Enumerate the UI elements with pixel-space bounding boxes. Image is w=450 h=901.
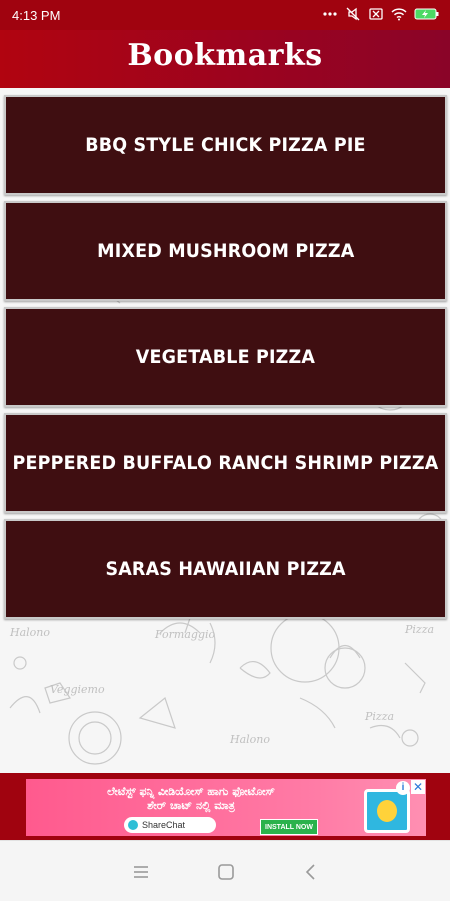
- ad-brand: ShareChat: [124, 817, 216, 833]
- ad-line-2: ಶೇರ್ ಚಾಟ್ ನಲ್ಲಿ ಮಾತ್ರ: [147, 799, 235, 812]
- app-header: Bookmarks: [0, 30, 450, 88]
- status-icons: [322, 6, 440, 22]
- page-title: Bookmarks: [127, 38, 323, 73]
- ad-line-1: ಲೇಟೆಸ್ಟ್ ಫನ್ನಿ ವೀಡಿಯೋಸ್ ಹಾಗು ಫೋಟೋಸ್: [107, 785, 275, 798]
- bookmark-item-label: MIXED MUSHROOM PIZZA: [96, 240, 355, 262]
- ad-install-button[interactable]: INSTALL NOW: [260, 819, 318, 835]
- ad-banner[interactable]: ಲೇಟೆಸ್ಟ್ ಫನ್ನಿ ವೀಡಿಯೋಸ್ ಹಾಗು ಫೋಟೋಸ್ ಶೇರ್…: [26, 779, 426, 836]
- bookmark-item[interactable]: SARAS HAWAIIAN PIZZA: [4, 519, 447, 619]
- back-icon[interactable]: [298, 859, 324, 885]
- dots-icon: [323, 12, 337, 16]
- bookmark-item-label: BBQ STYLE CHICK PIZZA PIE: [85, 134, 366, 156]
- home-icon[interactable]: [213, 859, 239, 885]
- doodle-text-formaggio: Formaggio: [154, 628, 216, 641]
- ad-close-icon[interactable]: ✕: [411, 780, 425, 794]
- doodle-text-halono-2: Halono: [229, 733, 270, 746]
- doodle-text-halono: Halono: [9, 626, 50, 639]
- bookmark-item-label: PEPPERED BUFFALO RANCH SHRIMP PIZZA: [12, 452, 439, 474]
- bookmark-item-label: VEGETABLE PIZZA: [135, 346, 316, 368]
- recent-apps-icon[interactable]: [128, 859, 154, 885]
- ad-brand-label: ShareChat: [142, 820, 186, 830]
- system-nav-bar: [0, 840, 450, 901]
- bookmark-item[interactable]: VEGETABLE PIZZA: [4, 307, 447, 407]
- doodle-text-pizza: Pizza: [364, 710, 394, 723]
- bookmark-item[interactable]: BBQ STYLE CHICK PIZZA PIE: [4, 95, 447, 195]
- status-time: 4:13 PM: [12, 8, 61, 23]
- bookmark-item[interactable]: PEPPERED BUFFALO RANCH SHRIMP PIZZA: [4, 413, 447, 513]
- sharechat-logo-icon: [128, 820, 138, 830]
- status-bar: 4:13 PM: [0, 0, 450, 30]
- ad-info-icon[interactable]: i: [396, 781, 410, 795]
- battery-charging-icon: [414, 8, 439, 20]
- bookmark-item-label: SARAS HAWAIIAN PIZZA: [105, 558, 346, 580]
- wifi-icon: [391, 8, 407, 21]
- ad-promo-image: [364, 789, 410, 833]
- no-sim-icon: [369, 8, 383, 20]
- bookmarks-content[interactable]: Halono Formaggio Veggiemo Halono Pizza P…: [0, 88, 450, 773]
- bookmark-item[interactable]: MIXED MUSHROOM PIZZA: [4, 201, 447, 301]
- ad-container: ಲೇಟೆಸ್ಟ್ ಫನ್ನಿ ವೀಡಿಯೋಸ್ ಹಾಗು ಫೋಟೋಸ್ ಶೇರ್…: [0, 773, 450, 840]
- doodle-text-veggiemo: Veggiemo: [50, 683, 105, 696]
- mute-icon: [346, 7, 360, 21]
- bookmark-list: BBQ STYLE CHICK PIZZA PIE MIXED MUSHROOM…: [4, 95, 447, 625]
